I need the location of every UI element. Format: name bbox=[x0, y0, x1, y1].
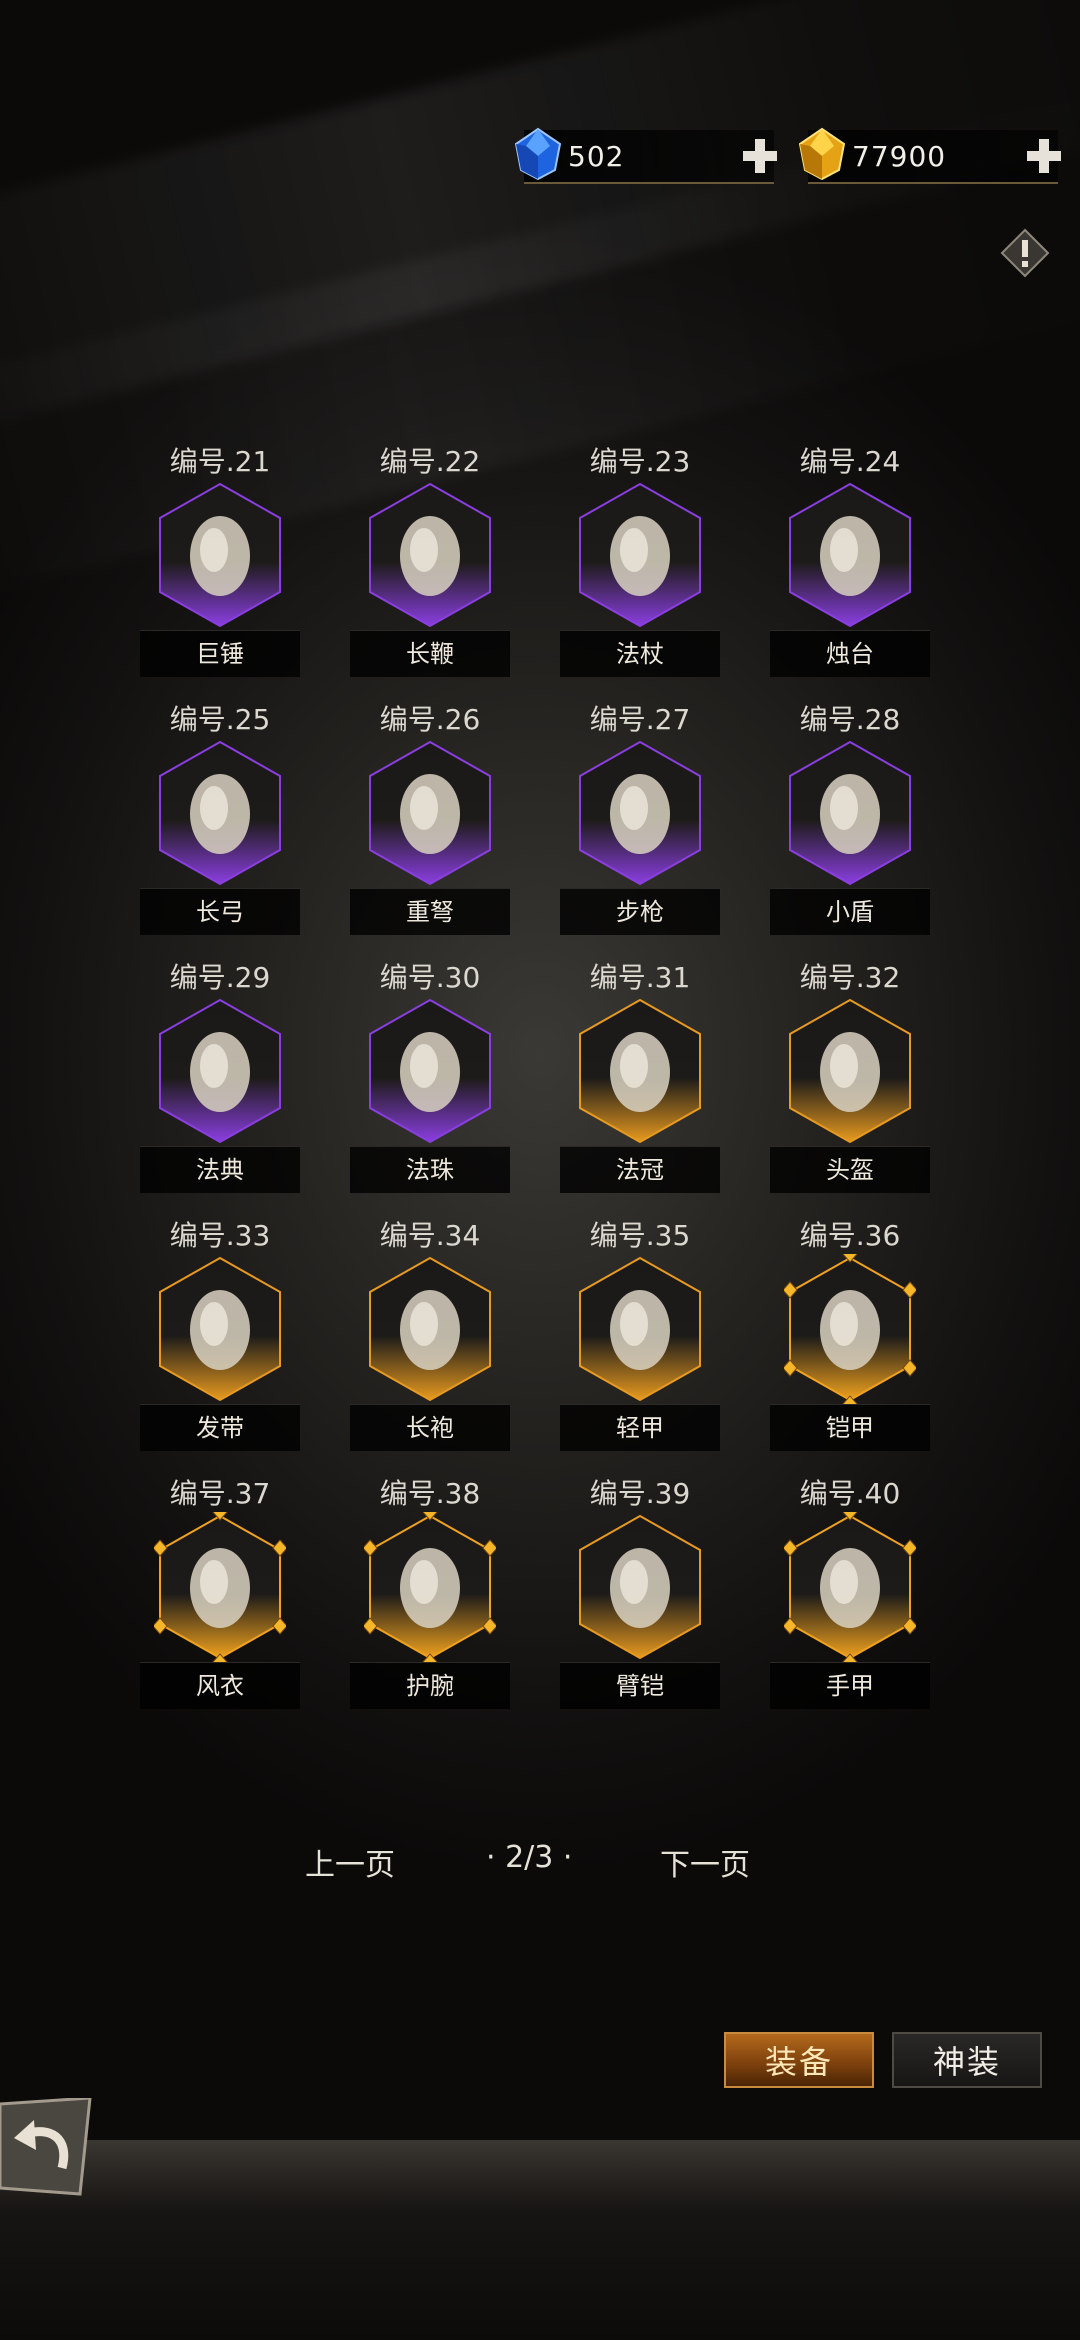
whip-icon bbox=[364, 480, 496, 630]
wizard-hat-icon bbox=[574, 996, 706, 1146]
diamond-currency: 502 bbox=[514, 127, 777, 184]
item-number: 编号.21 bbox=[169, 445, 271, 478]
equipment-slot[interactable]: 编号.27 步枪 bbox=[560, 698, 720, 956]
equipment-slot[interactable]: 编号.36 铠甲 bbox=[770, 1214, 930, 1472]
item-number: 编号.35 bbox=[589, 1219, 691, 1252]
item-name-label: 法冠 bbox=[560, 1146, 720, 1193]
blue-gem-icon bbox=[514, 127, 562, 181]
item-number: 编号.23 bbox=[589, 445, 691, 478]
equipment-slot[interactable]: 编号.33 发带 bbox=[140, 1214, 300, 1472]
equipment-slot[interactable]: 编号.23 法杖 bbox=[560, 440, 720, 698]
gold-amount: 77900 bbox=[852, 140, 947, 173]
back-arrow-icon[interactable] bbox=[0, 2098, 96, 2198]
item-number: 编号.32 bbox=[799, 961, 901, 994]
equipment-slot[interactable]: 编号.30 法珠 bbox=[350, 956, 510, 1214]
item-number: 编号.39 bbox=[589, 1477, 691, 1510]
equipment-slot[interactable]: 编号.24 烛台 bbox=[770, 440, 930, 698]
warhammer-icon bbox=[154, 480, 286, 630]
equipment-slot[interactable]: 编号.37 风衣 bbox=[140, 1472, 300, 1730]
helmet-icon bbox=[784, 996, 916, 1146]
diamond-amount: 502 bbox=[568, 140, 625, 173]
item-name-label: 头盔 bbox=[770, 1146, 930, 1193]
longbow-icon bbox=[154, 738, 286, 888]
page-indicator: · 2/3 · bbox=[486, 1840, 573, 1875]
item-name-label: 步枪 bbox=[560, 888, 720, 935]
equipment-slot[interactable]: 编号.32 头盔 bbox=[770, 956, 930, 1214]
add-gold-button[interactable] bbox=[1024, 136, 1064, 176]
pagination: 上一页 · 2/3 · 下一页 bbox=[0, 1840, 1080, 1883]
item-number: 编号.36 bbox=[799, 1219, 901, 1252]
item-name-label: 重弩 bbox=[350, 888, 510, 935]
item-number: 编号.37 bbox=[169, 1477, 271, 1510]
item-name-label: 长袍 bbox=[350, 1404, 510, 1451]
equipment-slot[interactable]: 编号.29 法典 bbox=[140, 956, 300, 1214]
item-name-label: 铠甲 bbox=[770, 1404, 930, 1451]
gold-gem-icon bbox=[798, 127, 846, 181]
item-number: 编号.40 bbox=[799, 1477, 901, 1510]
equipment-slot[interactable]: 编号.22 长鞭 bbox=[350, 440, 510, 698]
crossbow-icon bbox=[364, 738, 496, 888]
item-name-label: 巨锤 bbox=[140, 630, 300, 677]
headband-icon bbox=[154, 1254, 286, 1404]
candlestick-icon bbox=[784, 480, 916, 630]
staff-icon bbox=[574, 480, 706, 630]
bottom-band bbox=[0, 2140, 1080, 2340]
equipment-grid: 编号.21 巨锤 编号.22 长鞭 编号.23 法杖 编号.24 烛台编号.25 长弓 编号.26… bbox=[140, 440, 940, 1730]
tome-icon bbox=[154, 996, 286, 1146]
vambrace-icon bbox=[574, 1512, 706, 1662]
item-name-label: 护腕 bbox=[350, 1662, 510, 1709]
item-name-label: 法典 bbox=[140, 1146, 300, 1193]
item-number: 编号.25 bbox=[169, 703, 271, 736]
small-shield-icon bbox=[784, 738, 916, 888]
next-page-button[interactable]: 下一页 bbox=[660, 1840, 750, 1884]
robe-icon bbox=[364, 1254, 496, 1404]
info-icon[interactable] bbox=[1000, 228, 1050, 278]
item-number: 编号.26 bbox=[379, 703, 481, 736]
equipment-slot[interactable]: 编号.38 护腕 bbox=[350, 1472, 510, 1730]
item-name-label: 法珠 bbox=[350, 1146, 510, 1193]
item-number: 编号.28 bbox=[799, 703, 901, 736]
item-name-label: 小盾 bbox=[770, 888, 930, 935]
equipment-slot[interactable]: 编号.25 长弓 bbox=[140, 698, 300, 956]
equip-tab-button[interactable]: 装备 bbox=[724, 2032, 874, 2088]
item-name-label: 长弓 bbox=[140, 888, 300, 935]
add-diamond-button[interactable] bbox=[740, 136, 780, 176]
equipment-slot[interactable]: 编号.21 巨锤 bbox=[140, 440, 300, 698]
item-number: 编号.30 bbox=[379, 961, 481, 994]
item-name-label: 风衣 bbox=[140, 1662, 300, 1709]
item-number: 编号.33 bbox=[169, 1219, 271, 1252]
equipment-slot[interactable]: 编号.34 长袍 bbox=[350, 1214, 510, 1472]
equipment-slot[interactable]: 编号.40 手甲 bbox=[770, 1472, 930, 1730]
gauntlet-icon bbox=[784, 1512, 916, 1662]
item-name-label: 法杖 bbox=[560, 630, 720, 677]
item-name-label: 烛台 bbox=[770, 630, 930, 677]
prev-page-button[interactable]: 上一页 bbox=[305, 1840, 395, 1884]
item-number: 编号.22 bbox=[379, 445, 481, 478]
item-name-label: 长鞭 bbox=[350, 630, 510, 677]
item-number: 编号.38 bbox=[379, 1477, 481, 1510]
plate-armor-icon bbox=[784, 1254, 916, 1404]
divine-equip-tab-button[interactable]: 神装 bbox=[892, 2032, 1042, 2088]
equipment-slot[interactable]: 编号.35 轻甲 bbox=[560, 1214, 720, 1472]
equipment-slot[interactable]: 编号.26 重弩 bbox=[350, 698, 510, 956]
bracer-icon bbox=[364, 1512, 496, 1662]
item-name-label: 手甲 bbox=[770, 1662, 930, 1709]
item-name-label: 臂铠 bbox=[560, 1662, 720, 1709]
coat-icon bbox=[154, 1512, 286, 1662]
item-name-label: 轻甲 bbox=[560, 1404, 720, 1451]
equipment-slot[interactable]: 编号.28 小盾 bbox=[770, 698, 930, 956]
rifle-icon bbox=[574, 738, 706, 888]
item-name-label: 发带 bbox=[140, 1404, 300, 1451]
item-number: 编号.34 bbox=[379, 1219, 481, 1252]
item-number: 编号.29 bbox=[169, 961, 271, 994]
item-number: 编号.27 bbox=[589, 703, 691, 736]
gold-currency: 77900 bbox=[798, 127, 1061, 184]
light-armor-icon bbox=[574, 1254, 706, 1404]
equipment-slot[interactable]: 编号.31 法冠 bbox=[560, 956, 720, 1214]
orb-icon bbox=[364, 996, 496, 1146]
item-number: 编号.24 bbox=[799, 445, 901, 478]
equipment-slot[interactable]: 编号.39 臂铠 bbox=[560, 1472, 720, 1730]
item-number: 编号.31 bbox=[589, 961, 691, 994]
